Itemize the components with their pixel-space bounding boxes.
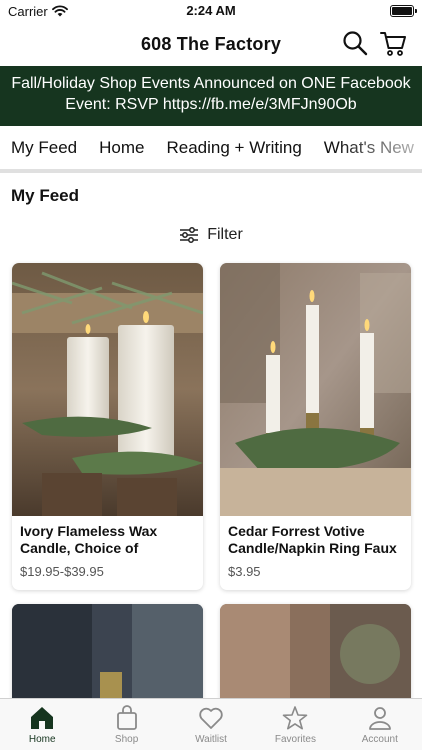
- heart-icon: [199, 707, 223, 729]
- home-icon: [31, 707, 54, 729]
- wifi-icon: [51, 5, 68, 17]
- app-header: 608 The Factory: [0, 22, 422, 66]
- announcement-banner[interactable]: Fall/Holiday Shop Events Announced on ON…: [0, 66, 422, 126]
- person-icon: [368, 707, 391, 730]
- tabbar-account[interactable]: Account: [338, 699, 422, 750]
- tab-reading-writing[interactable]: Reading + Writing: [156, 126, 313, 169]
- app-title: 608 The Factory: [140, 33, 282, 54]
- tabbar-label: Favorites: [274, 734, 316, 745]
- feed-title: My Feed: [11, 186, 80, 205]
- product-grid: Ivory Flameless Wax Candle, Choice of $1…: [0, 263, 422, 704]
- tabbar-label: Waitlist: [195, 734, 227, 745]
- tabbar-label: Shop: [114, 734, 139, 745]
- product-image[interactable]: [12, 604, 203, 704]
- tab-home[interactable]: Home: [88, 126, 155, 169]
- product-image-candles-taper[interactable]: [220, 263, 411, 516]
- banner-line-2: Event: RSVP https://fb.me/e/3MFJn90Ob: [65, 96, 357, 113]
- tabbar-waitlist[interactable]: Waitlist: [169, 699, 253, 750]
- filter-label: Filter: [207, 226, 243, 243]
- product-card[interactable]: [12, 604, 203, 704]
- product-price: $3.95: [228, 564, 261, 579]
- bottom-tab-bar: Home Shop Waitlist Favorites Account: [0, 698, 422, 750]
- tabbar-label: Account: [361, 734, 398, 745]
- tab-my-feed[interactable]: My Feed: [0, 126, 88, 169]
- product-title[interactable]: Ivory Flameless Wax Candle, Choice of: [12, 516, 203, 564]
- product-card[interactable]: Ivory Flameless Wax Candle, Choice of $1…: [12, 263, 203, 590]
- cart-icon[interactable]: [380, 30, 408, 58]
- status-bar: Carrier: [0, 0, 422, 22]
- tabbar-label: Home: [28, 734, 56, 745]
- search-icon[interactable]: [342, 30, 370, 58]
- carrier-label: Carrier: [8, 3, 48, 19]
- product-card[interactable]: [220, 604, 411, 704]
- product-card[interactable]: Cedar Forrest Votive Candle/Napkin Ring …: [220, 263, 411, 590]
- star-icon: [283, 706, 308, 730]
- header-actions: [342, 30, 408, 58]
- sliders-icon: [180, 227, 199, 243]
- product-image-candles-pillar[interactable]: [12, 263, 203, 516]
- product-price: $19.95-$39.95: [20, 564, 104, 579]
- battery-icon: [390, 5, 417, 17]
- tabbar-home[interactable]: Home: [0, 699, 84, 750]
- carrier-area: Carrier: [8, 4, 68, 19]
- filter-button[interactable]: Filter: [0, 215, 422, 255]
- tabbar-shop[interactable]: Shop: [84, 699, 168, 750]
- tab-whats-new[interactable]: What's New: [313, 126, 422, 169]
- tabbar-favorites[interactable]: Favorites: [253, 699, 337, 750]
- shopping-bag-icon: [116, 705, 137, 730]
- product-title[interactable]: Cedar Forrest Votive Candle/Napkin Ring …: [220, 516, 411, 564]
- category-tabs: My Feed Home Reading + Writing What's Ne…: [0, 126, 422, 173]
- product-image[interactable]: [220, 604, 411, 704]
- banner-line-1: Fall/Holiday Shop Events Announced on ON…: [11, 75, 411, 92]
